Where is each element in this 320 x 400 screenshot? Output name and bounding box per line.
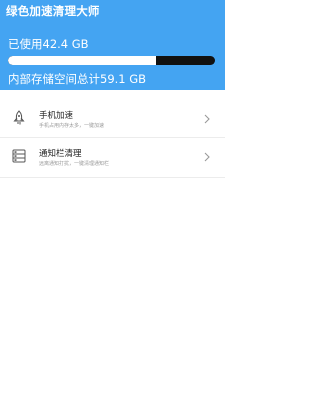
list-item-subtitle: 远离通知打扰，一键清理通知栏	[39, 161, 110, 167]
storage-usage-fill	[8, 56, 157, 65]
list-item-notification-clean[interactable]: 通知栏清理 远离通知打扰，一键清理通知栏	[0, 138, 225, 178]
list-item-title: 手机加速	[39, 111, 74, 121]
rocket-icon	[13, 110, 25, 125]
list-item-phone-boost[interactable]: 手机加速 手机占用内存太多，一键加速	[0, 100, 225, 138]
app-title: 绿色加速清理大师	[6, 4, 100, 18]
notification-bar-icon	[12, 149, 26, 163]
header: 绿色加速清理大师 已使用42.4 GB 内部存储空间总计59.1 GB	[0, 0, 225, 90]
storage-usage-bar	[8, 56, 215, 65]
chevron-right-icon	[204, 152, 210, 162]
feature-list: 手机加速 手机占用内存太多，一键加速 通知栏清理 远离通知打扰，一键清理通知栏	[0, 100, 225, 178]
list-item-subtitle: 手机占用内存太多，一键加速	[39, 123, 105, 129]
used-storage-label: 已使用42.4 GB	[8, 37, 89, 51]
total-storage-label: 内部存储空间总计59.1 GB	[8, 72, 147, 86]
list-item-title: 通知栏清理	[39, 149, 82, 159]
chevron-right-icon	[204, 114, 210, 124]
